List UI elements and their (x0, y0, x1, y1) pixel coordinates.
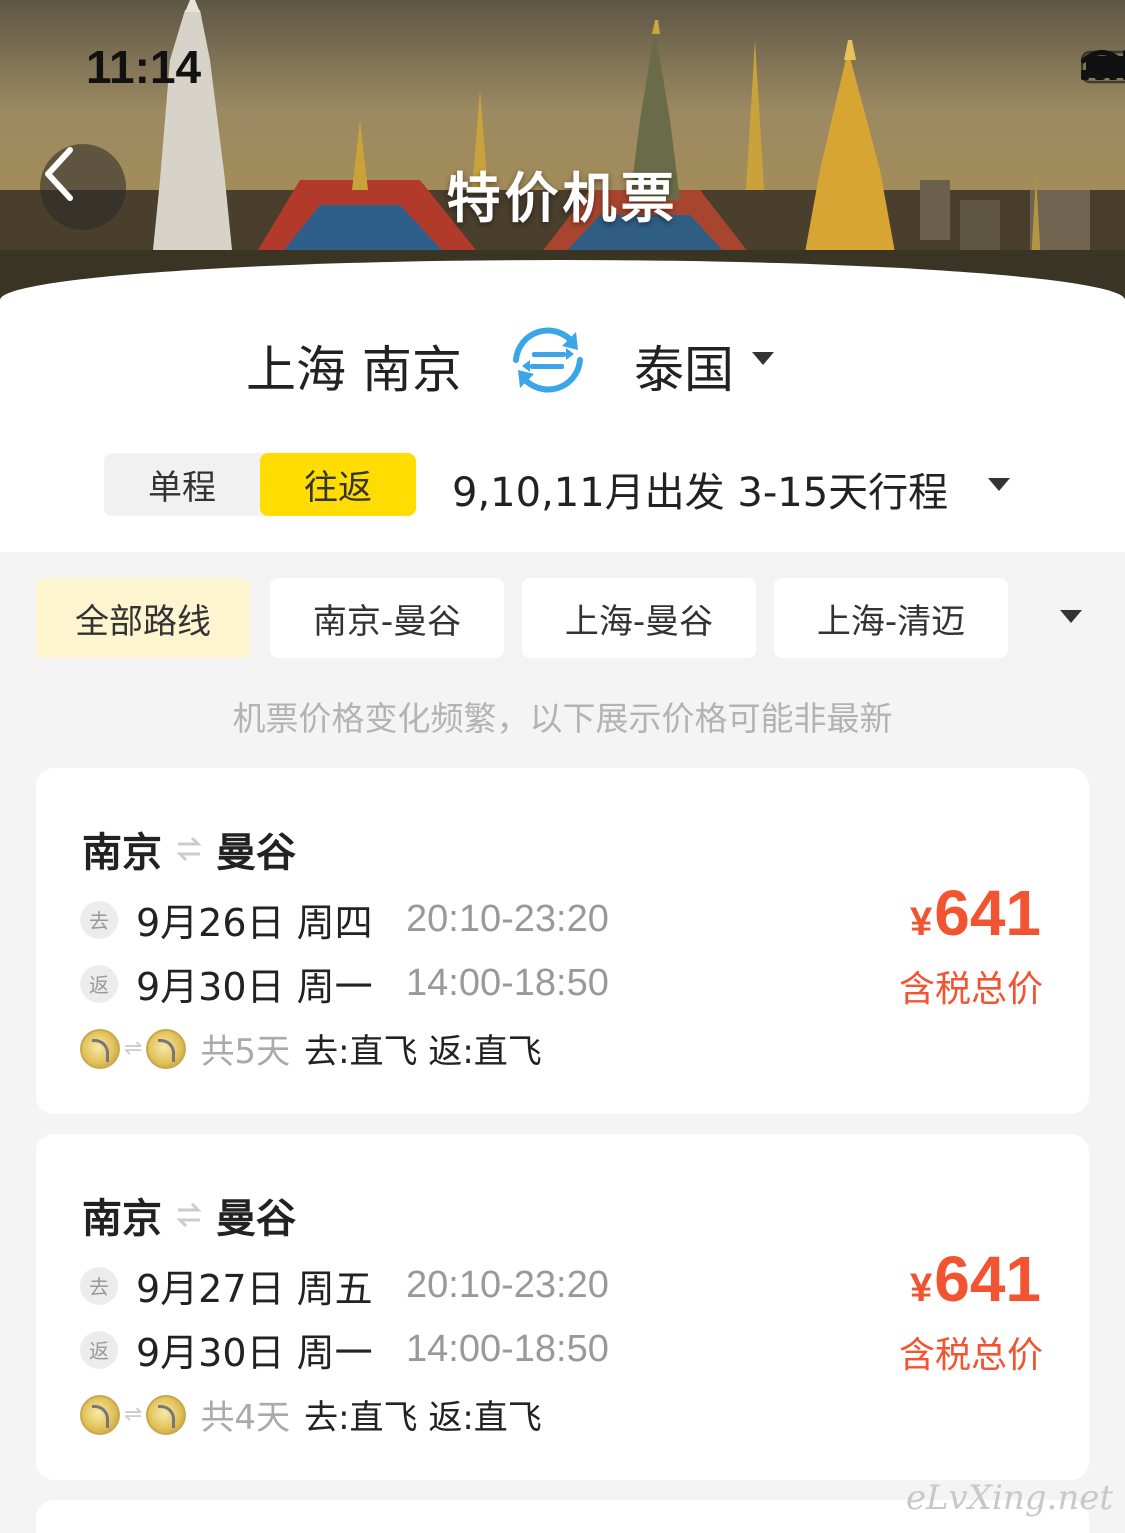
outbound-time: 20:10-23:20 (406, 898, 609, 940)
card-route: 南京 曼谷 (82, 1186, 296, 1244)
logo-separator: ⇌ (124, 1402, 143, 1427)
return-leg: 返 9月30日 周一 14:00-18:50 (80, 956, 609, 1011)
price-amount: 641 (934, 1243, 1041, 1315)
outbound-leg: 去 9月26日 周四 20:10-23:20 (80, 892, 609, 947)
return-leg: 返 9月30日 周一 14:00-18:50 (80, 1322, 609, 1377)
price-label: 含税总价 (898, 969, 1043, 1010)
price-amount: 641 (934, 877, 1041, 949)
outbound-leg: 去 9月27日 周五 20:10-23:20 (80, 1258, 609, 1313)
outbound-tag: 去 (80, 1266, 118, 1305)
route-chip-all[interactable]: 全部路线 (36, 578, 250, 658)
to-country[interactable]: 泰国 (634, 330, 734, 402)
price-label: 含税总价 (898, 1335, 1043, 1376)
page-title: 特价机票 (446, 167, 679, 230)
deal-card[interactable]: 南京 曼谷 去 9月27日 周五 20:10-23:20 返 9月30日 周一 … (36, 1134, 1089, 1480)
route-chip-shanghai-bangkok[interactable]: 上海-曼谷 (522, 578, 756, 658)
outbound-date: 9月26日 周四 (136, 901, 373, 945)
from-city[interactable]: 上海 南京 (246, 330, 462, 402)
route-chip-shanghai-chiangmai[interactable]: 上海-清迈 (774, 578, 1008, 658)
airline-logo (146, 1394, 187, 1435)
return-tag: 返 (80, 964, 118, 1003)
route-to: 曼谷 (216, 830, 296, 876)
outbound-tag: 去 (80, 900, 118, 939)
roundtrip-arrow-icon (176, 1202, 202, 1228)
trip-type-toggle: 单程 往返 (104, 453, 416, 516)
roundtrip-option[interactable]: 往返 (260, 453, 416, 516)
caret-down-icon[interactable] (752, 352, 774, 366)
outbound-date: 9月27日 周五 (136, 1267, 373, 1311)
battery-icon (1081, 50, 1125, 84)
route-chip-nanjing-bangkok[interactable]: 南京-曼谷 (270, 578, 504, 658)
airline-logo (80, 1028, 120, 1069)
status-time: 11:14 (86, 41, 202, 93)
trip-duration: 共5天 (200, 1032, 291, 1072)
return-time: 14:00-18:50 (406, 962, 609, 1004)
roundtrip-arrow-icon (176, 836, 202, 862)
outbound-time: 20:10-23:20 (406, 1264, 609, 1306)
watermark: eLvXing.net (905, 1478, 1113, 1518)
airline-logo (146, 1028, 187, 1069)
return-date: 9月30日 周一 (136, 1331, 373, 1375)
deal-card[interactable]: 南京 曼谷 去 9月26日 周四 20:10-23:20 返 9月30日 周一 … (36, 768, 1089, 1114)
caret-down-icon[interactable] (988, 478, 1010, 492)
currency-symbol: ¥ (909, 900, 933, 944)
swap-icon[interactable] (506, 322, 590, 398)
logo-separator: ⇌ (124, 1036, 143, 1061)
flight-type: 去:直飞 返:直飞 (304, 1032, 542, 1072)
currency-symbol: ¥ (909, 1266, 933, 1310)
route-to: 曼谷 (216, 1196, 296, 1242)
card-footer: ⇌ 共5天 去:直飞 返:直飞 (80, 1024, 542, 1073)
return-time: 14:00-18:50 (406, 1328, 609, 1370)
card-route: 南京 曼谷 (82, 820, 296, 878)
card-footer: ⇌ 共4天 去:直飞 返:直飞 (80, 1390, 542, 1439)
airline-logo (80, 1394, 120, 1435)
route-from: 南京 (82, 1196, 162, 1242)
trip-duration: 共4天 (200, 1398, 291, 1438)
route-from: 南京 (82, 830, 162, 876)
return-date: 9月30日 周一 (136, 965, 373, 1009)
return-tag: 返 (80, 1330, 118, 1369)
oneway-option[interactable]: 单程 (104, 453, 260, 516)
price: ¥ 641 (910, 1242, 1041, 1316)
price: ¥ 641 (910, 876, 1041, 950)
price-notice: 机票价格变化频繁，以下展示价格可能非最新 (232, 699, 893, 738)
flight-type: 去:直飞 返:直飞 (304, 1398, 542, 1438)
caret-down-icon[interactable] (1060, 610, 1082, 624)
date-filter[interactable]: 9,10,11月出发 3-15天行程 (452, 460, 948, 518)
